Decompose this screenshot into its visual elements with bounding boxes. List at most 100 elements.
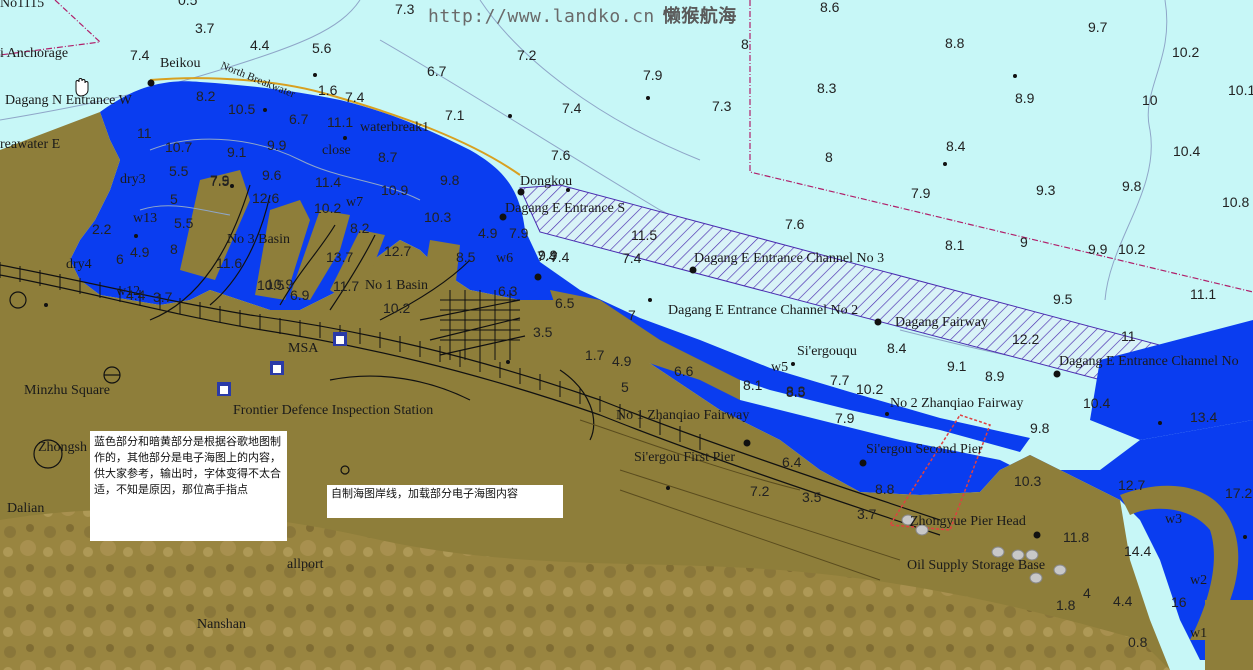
sounding: 1.6: [318, 82, 338, 98]
sounding: 3.5: [802, 489, 822, 505]
sounding: 8.9: [985, 368, 1005, 384]
sounding: 7.2: [517, 47, 537, 63]
sounding: 7.3: [712, 98, 732, 114]
sounding: 3.7: [857, 506, 877, 522]
sounding: 7: [628, 307, 636, 323]
sounding: 4: [1083, 585, 1091, 601]
label-dongkou: Dongkou: [520, 174, 572, 189]
label-w12: w12: [116, 284, 140, 299]
sounding: 10.3: [1014, 473, 1041, 489]
sounding: 7.5: [210, 173, 230, 189]
label-anchorage: i Anchorage: [0, 46, 68, 61]
sounding: 5: [170, 191, 178, 207]
sounding: 7.9: [911, 185, 931, 201]
sounding: 16: [1171, 594, 1187, 610]
sounding: 9.9: [538, 247, 558, 263]
label-dagang-e-entrance-s: Dagang E Entrance S: [505, 201, 625, 216]
sounding: 10: [1142, 92, 1158, 108]
sounding: 6.7: [427, 63, 447, 79]
sounding: 7.3: [395, 1, 415, 17]
sounding: 2.2: [92, 221, 112, 237]
sounding: 10.2: [1118, 241, 1145, 257]
sounding: 11.1: [1190, 286, 1216, 302]
sounding: 7.4: [562, 100, 582, 116]
sounding: 7.6: [551, 147, 571, 163]
label-zhongyue-pier-head: Zhongyue Pier Head: [910, 514, 1026, 529]
sounding: 7.4: [130, 47, 150, 63]
sounding: 10.8: [1222, 194, 1249, 210]
sounding: 8.4: [946, 138, 966, 154]
nautical-chart-map[interactable]: 0.5 3.7 4.4 5.6 7.3 6.7 7.2 7.9 7.4 7.3 …: [0, 0, 1253, 670]
sounding: 8.9: [1015, 90, 1035, 106]
label-siergou-second-pier: Si'ergou Second Pier: [866, 442, 983, 457]
label-siergou-first-pier: Si'ergou First Pier: [634, 450, 735, 465]
sounding: 7.9: [643, 67, 663, 83]
sounding: 8.8: [945, 35, 965, 51]
label-frontier-station: Frontier Defence Inspection Station: [233, 403, 433, 418]
sounding: 9.9: [1088, 241, 1108, 257]
sounding: 8.3: [817, 80, 837, 96]
sounding: 4.4: [1113, 593, 1133, 609]
sounding: 1.7: [585, 347, 605, 363]
sounding: 6.6: [674, 363, 694, 379]
sounding: 4.9: [612, 353, 632, 369]
sounding: 8.1: [743, 377, 763, 393]
label-breakwater-e: reawater E: [0, 137, 60, 152]
sounding: 10.2: [314, 200, 341, 216]
sounding: 9.3: [1036, 182, 1056, 198]
watermark-url: http://www.landko.cn: [428, 6, 655, 27]
sounding: 11: [1121, 328, 1136, 344]
sounding: 9.5: [1053, 291, 1073, 307]
label-minzhu-square: Minzhu Square: [24, 383, 110, 398]
sounding: 3.5: [533, 324, 553, 340]
sounding: 9.1: [947, 358, 967, 374]
sounding: 5: [621, 379, 629, 395]
sounding: 8.6: [820, 0, 840, 15]
sounding: 6.9: [290, 287, 310, 303]
sounding: 9.6: [262, 167, 282, 183]
label-w5: w5: [771, 360, 788, 375]
label-w2: w2: [1190, 573, 1207, 588]
hand-cursor-icon[interactable]: [75, 78, 89, 97]
label-zhanqiao-no2: No 2 Zhanqiao Fairway: [890, 396, 1023, 411]
sounding: 12.6: [252, 190, 279, 206]
label-w1: w1: [1190, 626, 1207, 641]
sounding: 10.3: [424, 209, 451, 225]
sounding: 10.2: [856, 381, 883, 397]
watermark: http://www.landko.cn 懒猴航海: [428, 2, 737, 28]
sounding: 11.6: [216, 255, 242, 271]
sounding: 3.7: [195, 20, 215, 36]
sounding: 8.3: [786, 383, 806, 399]
sounding: 10.2: [1172, 44, 1199, 60]
sounding: 7.6: [785, 216, 805, 232]
label-dry3: dry3: [120, 172, 146, 187]
label-waterbreak1: waterbreak1: [360, 120, 429, 135]
label-dagang-fairway: Dagang Fairway: [895, 315, 988, 330]
chart-canvas[interactable]: 0.5 3.7 4.4 5.6 7.3 6.7 7.2 7.9 7.4 7.3 …: [0, 0, 1253, 670]
label-channel-no3: Dagang E Entrance Channel No 3: [694, 251, 884, 266]
sounding: 7.4: [345, 89, 365, 105]
sounding: 14.4: [1124, 543, 1151, 559]
sounding: 12.7: [384, 243, 411, 259]
label-dagang-n-entrance-w: Dagang N Entrance W: [5, 93, 133, 108]
sounding: 8: [170, 241, 178, 257]
sounding: 7.7: [830, 372, 850, 388]
sounding: 10.2: [383, 300, 410, 316]
watermark-site-name: 懒猴航海: [662, 6, 737, 27]
label-channel-no2: Dagang E Entrance Channel No 2: [668, 303, 858, 318]
label-beikou: Beikou: [160, 56, 200, 71]
label-w13: w13: [133, 211, 157, 226]
sounding: 11.7: [333, 278, 359, 294]
google-source-note: 蓝色部分和暗黄部分是根据谷歌地图制作的，其他部分是电子海图上的内容，供大家参考，…: [90, 431, 287, 541]
label-w7: w7: [346, 195, 363, 210]
sounding: 12.7: [1118, 477, 1145, 493]
sounding: 10.5: [228, 101, 255, 117]
label-no3-basin: No 3 Basin: [227, 232, 290, 247]
sounding: 9.8: [1030, 420, 1050, 436]
sounding: 7.1: [445, 107, 465, 123]
sounding: 8.1: [945, 237, 965, 253]
sounding: 7.9: [835, 410, 855, 426]
sounding: 0.8: [1128, 634, 1148, 650]
sounding: 8.8: [875, 481, 895, 497]
sounding: 9.8: [1122, 178, 1142, 194]
